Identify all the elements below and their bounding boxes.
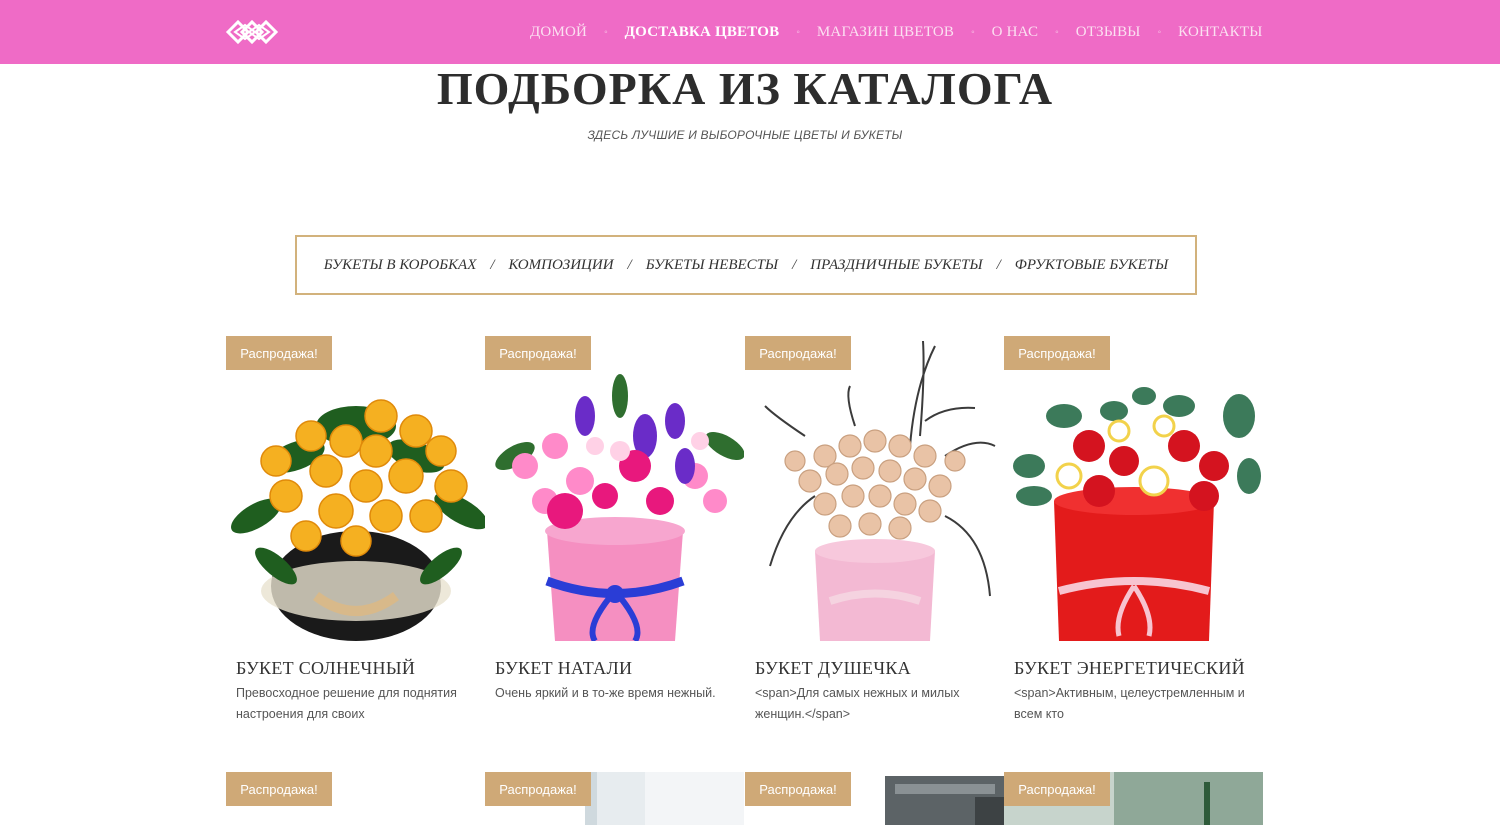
top-navbar: ДОМОЙ ◦ ДОСТАВКА ЦВЕТОВ ◦ МАГАЗИН ЦВЕТОВ… xyxy=(0,0,1500,64)
sale-badge: Распродажа! xyxy=(226,336,332,370)
sale-badge: Распродажа! xyxy=(1004,772,1110,806)
red-box-bouquet-image[interactable] xyxy=(1004,336,1263,641)
sale-badge: Распродажа! xyxy=(1004,336,1110,370)
category-fruit-bouquets[interactable]: ФРУКТОВЫЕ БУКЕТЫ xyxy=(1015,257,1168,274)
sale-badge: Распродажа! xyxy=(745,336,851,370)
page-subtitle: ЗДЕСЬ ЛУЧШИЕ И ВЫБОРОЧНЫЕ ЦВЕТЫ И БУКЕТЫ xyxy=(587,128,903,142)
category-separator: / xyxy=(490,256,495,273)
peach-roses-box-bouquet-image[interactable] xyxy=(745,336,1004,641)
logo-icon[interactable] xyxy=(224,14,284,50)
product-description: <span>Активным, целеустремленным и всем … xyxy=(1014,686,1245,721)
nav-separator: ◦ xyxy=(796,26,800,38)
nav-separator: ◦ xyxy=(604,26,608,38)
category-holiday-bouquets[interactable]: ПРАЗДНИЧНЫЕ БУКЕТЫ xyxy=(810,257,982,274)
main-nav: ДОМОЙ ◦ ДОСТАВКА ЦВЕТОВ ◦ МАГАЗИН ЦВЕТОВ… xyxy=(530,0,1263,64)
product-card[interactable]: Распродажа! xyxy=(485,772,744,825)
category-separator: / xyxy=(627,256,632,273)
category-bridal-bouquets[interactable]: БУКЕТЫ НЕВЕСТЫ xyxy=(646,257,778,274)
category-compositions[interactable]: КОМПОЗИЦИИ xyxy=(509,257,614,274)
category-boxed-bouquets[interactable]: БУКЕТЫ В КОРОБКАХ xyxy=(324,257,477,274)
product-description: Очень яркий и в то-же время нежный. xyxy=(495,686,716,700)
nav-about[interactable]: О НАС xyxy=(992,24,1039,41)
product-card[interactable]: Распродажа! БУКЕТ ЭНЕРГЕТИЧЕСКИЙ <span>А… xyxy=(1004,336,1263,736)
product-title[interactable]: БУКЕТ ЭНЕРГЕТИЧЕСКИЙ xyxy=(1014,658,1245,679)
category-separator: / xyxy=(996,256,1001,273)
product-card[interactable]: Распродажа! xyxy=(745,772,1004,825)
product-description: Превосходное решение для поднятия настро… xyxy=(236,686,457,721)
sale-badge: Распродажа! xyxy=(485,336,591,370)
product-description: <span>Для самых нежных и милых женщин.</… xyxy=(755,686,960,721)
product-title[interactable]: БУКЕТ НАТАЛИ xyxy=(495,658,632,679)
nav-home[interactable]: ДОМОЙ xyxy=(530,24,587,41)
product-card[interactable]: Распродажа! БУКЕТ СОЛНЕЧНЫЙ Превосходное… xyxy=(226,336,485,736)
product-title[interactable]: БУКЕТ СОЛНЕЧНЫЙ xyxy=(236,658,415,679)
nav-flower-delivery[interactable]: ДОСТАВКА ЦВЕТОВ xyxy=(625,24,780,41)
sale-badge: Распродажа! xyxy=(226,772,332,806)
product-card[interactable]: Распродажа! xyxy=(1004,772,1263,825)
yellow-roses-bouquet-image[interactable] xyxy=(226,336,485,641)
nav-separator: ◦ xyxy=(1157,26,1162,38)
pink-purple-box-bouquet-image[interactable] xyxy=(485,336,744,641)
nav-separator: ◦ xyxy=(1055,26,1059,38)
page-title: ПОДБОРКА ИЗ КАТАЛОГА xyxy=(436,63,1054,114)
category-filter: БУКЕТЫ В КОРОБКАХ / КОМПОЗИЦИИ / БУКЕТЫ … xyxy=(295,235,1197,295)
nav-flower-shop[interactable]: МАГАЗИН ЦВЕТОВ xyxy=(817,24,954,41)
category-separator: / xyxy=(792,256,797,273)
nav-reviews[interactable]: ОТЗЫВЫ xyxy=(1076,24,1141,41)
sale-badge: Распродажа! xyxy=(485,772,591,806)
product-card[interactable]: Распродажа! xyxy=(226,772,485,825)
sale-badge: Распродажа! xyxy=(745,772,851,806)
product-card[interactable]: Распродажа! БУКЕТ ДУШЕЧКА <span>Для самы… xyxy=(745,336,1004,736)
nav-contacts[interactable]: КОНТАКТЫ xyxy=(1178,24,1262,41)
product-card[interactable]: Распродажа! БУКЕТ НАТАЛИ Очень яркий и в… xyxy=(485,336,744,736)
product-title[interactable]: БУКЕТ ДУШЕЧКА xyxy=(755,658,911,679)
nav-separator: ◦ xyxy=(971,26,975,38)
